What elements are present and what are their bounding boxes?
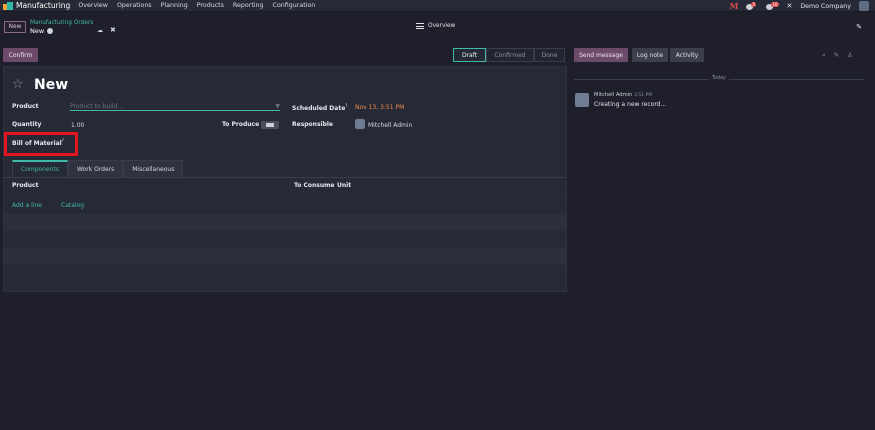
menu-reporting[interactable]: Reporting	[233, 2, 264, 9]
product-placeholder: Product to build...	[70, 103, 124, 110]
caret-down-icon[interactable]: ▼	[275, 103, 280, 110]
status-confirmed[interactable]: Confirmed	[486, 48, 534, 62]
gmail-icon[interactable]: M	[730, 1, 739, 11]
responsible-label: Responsible	[292, 121, 333, 128]
paperclip-icon[interactable]: ✎	[834, 51, 839, 60]
app-name[interactable]: Manufacturing	[16, 1, 70, 10]
tab-components[interactable]: Components	[12, 160, 68, 177]
uom-toggle[interactable]	[261, 121, 279, 129]
product-label: Product	[12, 103, 39, 110]
pin-icon[interactable]: ✎	[856, 23, 862, 31]
control-panel: New Manufacturing Orders New ☁ ✖ Overvie…	[0, 12, 875, 42]
factory-icon	[266, 123, 274, 127]
new-button[interactable]: New	[4, 21, 26, 33]
table-header: Product To Consume Unit	[4, 178, 566, 194]
to-produce-label: To Produce	[222, 121, 260, 128]
status-done[interactable]: Done	[534, 48, 565, 62]
tab-miscellaneous[interactable]: Miscellaneous	[123, 160, 184, 177]
menu-operations[interactable]: Operations	[117, 2, 152, 9]
chatter-tools: ⌕ ✎ ♙	[822, 51, 853, 60]
company-switcher[interactable]: Demo Company	[800, 3, 851, 10]
activity-clock-icon[interactable]: 10	[766, 1, 779, 11]
column-to-consume[interactable]: To Consume	[294, 182, 334, 189]
breadcrumb-parent[interactable]: Manufacturing Orders	[30, 20, 93, 26]
activity-badge: 10	[771, 1, 779, 7]
product-field[interactable]: Product to build... ▼	[70, 102, 280, 111]
discard-icon[interactable]: ✖	[110, 26, 116, 34]
confirm-button[interactable]: Confirm	[3, 48, 38, 62]
scheduled-date-label: Scheduled Date?	[292, 103, 348, 112]
notebook-tabs: Components Work Orders Miscellaneous	[12, 160, 184, 177]
search-icon[interactable]: ⌕	[822, 51, 826, 60]
discuss-badge: 5	[751, 1, 756, 7]
add-line-link[interactable]: Add a line	[12, 202, 42, 209]
message-avatar	[575, 93, 589, 107]
table-row	[4, 247, 566, 264]
main-menu: Overview Operations Planning Products Re…	[78, 2, 315, 9]
table-row	[4, 230, 566, 247]
breadcrumb-current-label: New	[30, 27, 45, 35]
author-name: Mitchell Admin	[594, 92, 633, 98]
message-time: 3:51 PM	[634, 93, 653, 98]
overview-button[interactable]: Overview	[416, 23, 455, 29]
status-draft[interactable]: Draft	[453, 48, 486, 62]
follower-icon[interactable]: ♙	[847, 51, 853, 60]
log-note-button[interactable]: Log note	[632, 48, 668, 62]
record-title: New	[34, 77, 69, 93]
menu-configuration[interactable]: Configuration	[273, 2, 316, 9]
table-row	[4, 213, 566, 230]
breadcrumb-current: New	[30, 27, 54, 35]
top-navbar: Manufacturing Overview Operations Planni…	[0, 0, 875, 12]
menu-overview[interactable]: Overview	[78, 2, 108, 9]
quantity-value[interactable]: 1.00	[71, 122, 84, 129]
send-message-button[interactable]: Send message	[574, 48, 628, 62]
discuss-icon[interactable]: 5	[746, 1, 758, 11]
catalog-link[interactable]: Catalog	[61, 202, 84, 209]
save-cloud-icon[interactable]: ☁	[97, 27, 103, 34]
message-body: Creating a new record...	[594, 101, 667, 108]
overview-label: Overview	[428, 23, 456, 29]
table-row	[4, 264, 566, 281]
message-author: Mitchell Admin 3:51 PM	[594, 92, 652, 98]
user-avatar[interactable]	[859, 1, 869, 11]
status-bar: Draft Confirmed Done	[453, 48, 565, 62]
tab-work-orders[interactable]: Work Orders	[67, 160, 124, 177]
menu-icon	[416, 23, 424, 29]
scheduled-date-value[interactable]: Nov 13, 3:51 PM	[355, 104, 404, 111]
gear-icon[interactable]	[47, 28, 54, 34]
column-unit[interactable]: Unit	[337, 182, 351, 189]
table-row-add: Add a line Catalog	[4, 196, 566, 213]
menu-products[interactable]: Products	[197, 2, 224, 9]
navbar-systray: M 5 10 ✕ Demo Company	[730, 0, 869, 12]
manufacturing-app-icon[interactable]	[3, 1, 13, 10]
quantity-label: Quantity	[12, 121, 42, 128]
today-label: Today	[709, 76, 729, 81]
debug-tools-icon[interactable]: ✕	[786, 2, 792, 10]
responsible-value[interactable]: Mitchell Admin	[368, 122, 412, 129]
menu-planning[interactable]: Planning	[161, 2, 188, 9]
activity-button[interactable]: Activity	[670, 48, 704, 62]
column-product[interactable]: Product	[12, 182, 38, 189]
star-icon[interactable]: ☆	[12, 78, 24, 91]
responsible-avatar	[355, 119, 365, 129]
form-sheet: ☆ New Product Product to build... ▼ Sche…	[3, 66, 567, 292]
highlight-box	[4, 132, 78, 156]
